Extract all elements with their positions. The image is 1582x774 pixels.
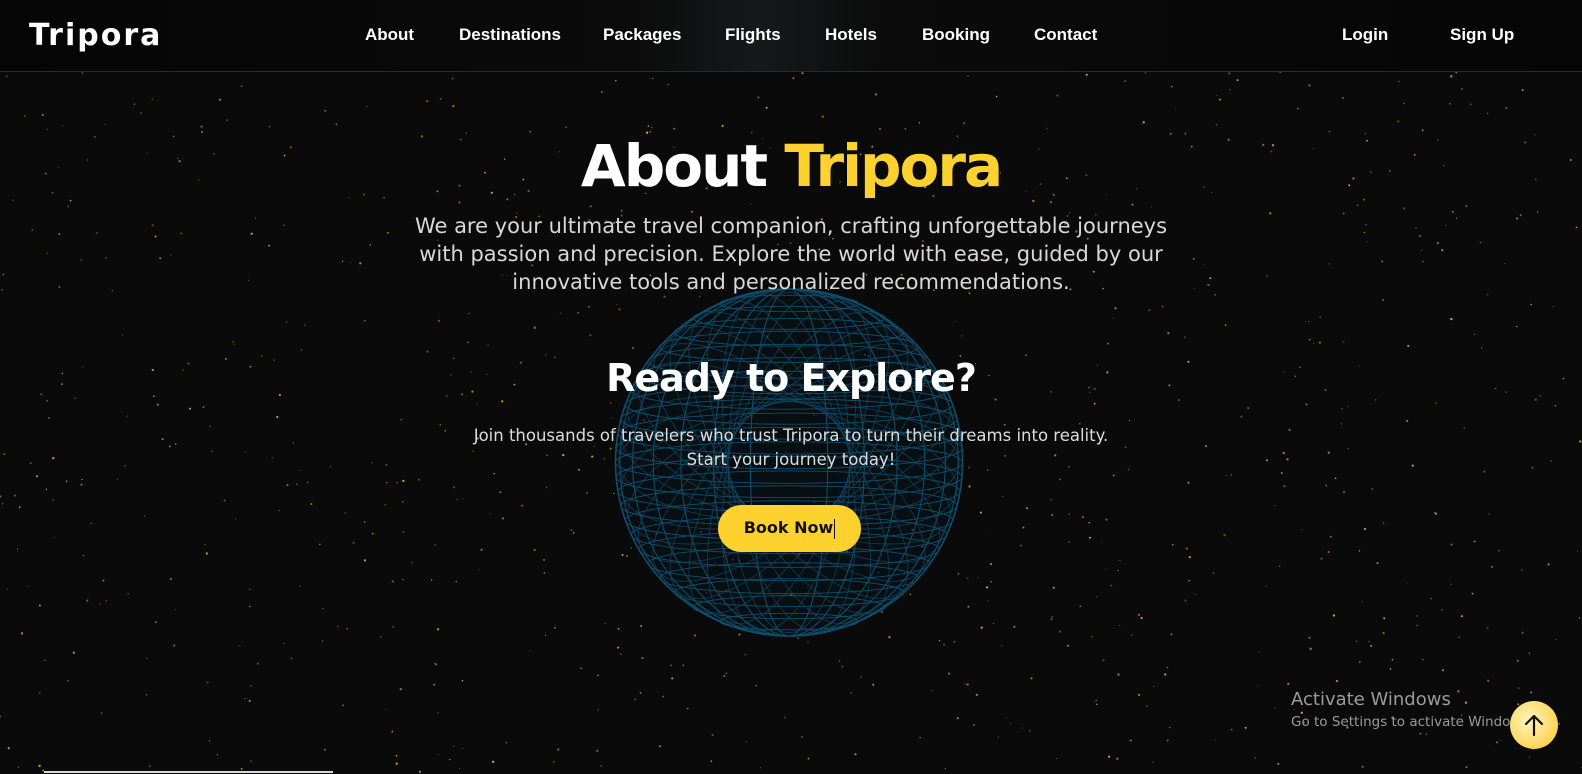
arrow-up-icon: [1524, 714, 1544, 737]
nav-link-destinations[interactable]: Destinations: [459, 24, 561, 46]
watermark-subtitle: Go to Settings to activate Windows.: [1291, 714, 1533, 730]
nav-link-about[interactable]: About: [365, 24, 414, 46]
nav-link-hotels[interactable]: Hotels: [825, 24, 877, 46]
nav-link-packages[interactable]: Packages: [603, 24, 681, 46]
navbar: Tripora About Destinations Packages Flig…: [0, 0, 1582, 72]
cta-description: Join thousands of travelers who trust Tr…: [473, 426, 1109, 469]
scroll-to-top-button[interactable]: [1510, 701, 1558, 749]
watermark-title: Activate Windows: [1291, 689, 1451, 710]
cta-title: Ready to Explore?: [606, 356, 977, 400]
book-now-button[interactable]: Book Now: [718, 505, 861, 552]
book-now-label: Book Now: [743, 518, 834, 538]
nav-link-flights[interactable]: Flights: [725, 24, 781, 46]
windows-activation-watermark: Activate Windows Go to Settings to activ…: [1291, 688, 1533, 732]
nav-links: About Destinations Packages Flights Hote…: [0, 0, 1582, 71]
nav-link-contact[interactable]: Contact: [1034, 24, 1097, 46]
hero-title-accent: Tripora: [784, 132, 1003, 200]
bottom-divider: [44, 771, 333, 773]
page: Tripora About Destinations Packages Flig…: [0, 0, 1582, 774]
signup-link[interactable]: Sign Up: [1450, 24, 1514, 46]
text-cursor: [834, 518, 836, 539]
nav-link-booking[interactable]: Booking: [922, 24, 990, 46]
hero-title: About Tripora: [0, 130, 1582, 202]
hero-description: We are your ultimate travel companion, c…: [414, 214, 1168, 294]
login-link[interactable]: Login: [1342, 24, 1388, 46]
hero-title-main: About: [580, 132, 768, 200]
